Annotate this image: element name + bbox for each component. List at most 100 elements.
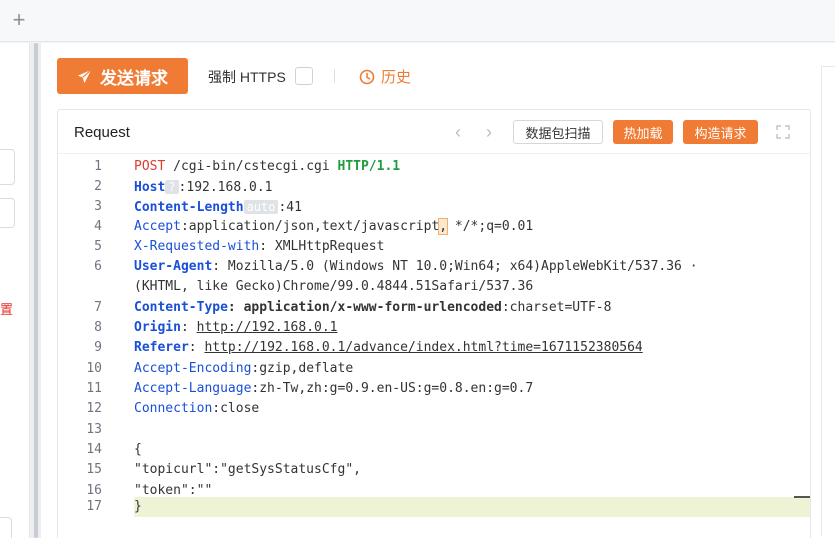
http-method: POST [134,159,166,174]
code-text: Accept:application/json,text/javascript,… [134,217,533,237]
packet-scan-button[interactable]: 数据包扫描 [513,120,603,144]
plus-icon[interactable]: + [9,9,29,31]
line-number: 7 [94,300,102,315]
send-icon [77,69,92,83]
line-number: 1 [94,159,102,174]
header-name: User-Agent [134,259,213,274]
header-name: Origin [134,320,181,335]
request-panel: Request ‹ › 数据包扫描 热加载 构造请求 1 POST /cgi-b… [57,109,811,538]
header-name: Content-Length [134,200,244,215]
code-line: 3 Content-Length auto:41 [58,197,810,217]
request-editor[interactable]: 1 POST /cgi-bin/cstecgi.cgi HTTP/1.1 2 H… [58,155,810,538]
request-header: Request ‹ › 数据包扫描 热加载 构造请求 [58,110,810,154]
code-text: POST /cgi-bin/cstecgi.cgi HTTP/1.1 [134,157,400,177]
header-name: Accept [134,219,181,234]
header-name: Host [134,180,166,195]
left-panel-partial-text: 置 [0,302,14,317]
header-value: :192.168.0.1 [178,180,273,195]
splitter-handle[interactable] [34,43,38,538]
build-request-button[interactable]: 构造请求 [683,120,758,144]
line-number: 4 [94,219,102,234]
code-line: 9 Referer: http://192.168.0.1/advance/in… [58,338,810,358]
line-number: 14 [86,442,102,457]
line-number: 5 [94,239,102,254]
header-value: : [180,320,197,335]
header-value: :charset=UTF-8 [501,300,612,315]
code-text: Referer: http://192.168.0.1/advance/inde… [134,338,643,358]
code-text: Accept-Language:zh-Tw,zh:g=0.9.en-US:g=0… [134,379,533,399]
line-number: 13 [86,422,102,437]
line-number: 8 [94,320,102,335]
line-number: 10 [86,361,102,376]
code-text: User-Agent: Mozilla/5.0 (Windows NT 10.0… [134,257,698,277]
code-text: { [134,442,142,457]
code-text: Origin: http://192.168.0.1 [134,318,338,338]
header-name: Accept-Encoding [134,361,252,376]
code-text: X-Requested-with: XMLHttpRequest [134,237,384,257]
header-value: :close [212,401,260,416]
header-value: :zh-Tw,zh:g=0.9.en-US:g=0.8.en:g=0.7 [251,381,534,396]
code-line: 11 Accept-Language:zh-Tw,zh:g=0.9.en-US:… [58,379,810,399]
code-line: 6 User-Agent: Mozilla/5.0 (Windows NT 10… [58,257,810,277]
response-panel-edge [821,66,835,536]
url-link[interactable]: http://192.168.0.1/advance/index.html?ti… [204,340,642,355]
send-request-button[interactable]: 发送请求 [57,58,188,94]
line-number: 6 [94,259,102,274]
code-text: Host?:192.168.0.1 [134,177,272,198]
code-text: Content-Type: application/x-www-form-url… [134,298,611,318]
left-panel: 置 [0,43,30,538]
line-number: 9 [94,340,102,355]
header-value: : [188,340,205,355]
tab-bar: + [0,0,835,42]
header-value: : Mozilla/5.0 (Windows NT 10.0;Win64; x6… [212,259,698,274]
highlighted-char: , [438,218,449,235]
history-button[interactable]: 历史 [359,66,411,87]
clock-icon [359,69,375,84]
left-panel-input[interactable] [0,198,15,228]
expand-icon[interactable] [775,124,791,140]
code-line-active: 17 } [58,497,810,517]
request-title: Request [74,124,130,141]
line-number: 12 [86,401,102,416]
header-name: Accept-Language [134,381,252,396]
hot-reload-button[interactable]: 热加载 [613,120,673,144]
code-text: Accept-Encoding:gzip,deflate [134,359,353,379]
code-line-wrap: (KHTML, like Gecko)Chrome/99.0.4844.51Sa… [58,277,810,297]
code-line: 12 Connection:close [58,399,810,419]
chevron-left-icon[interactable]: ‹ [455,122,461,143]
toolbar-divider [334,69,335,83]
line-number: 11 [86,381,102,396]
code-line: 2 Host?:192.168.0.1 [58,177,810,197]
line-number: 17 [86,499,102,514]
force-https-label: 强制 HTTPS [208,69,286,85]
code-text: } [134,499,142,514]
header-value: : application/x-www-form-urlencoded [227,300,502,315]
header-name: X-Requested-with [134,239,260,254]
code-text: Connection:close [134,399,259,419]
header-name: Connection [134,401,213,416]
header-value: */*;q=0.01 [447,219,534,234]
panel-splitter[interactable] [31,43,41,538]
code-line: 4 Accept:application/json,text/javascrip… [58,217,810,237]
left-panel-input[interactable] [0,149,15,185]
line-number: 2 [94,179,102,194]
code-text: (KHTML, like Gecko)Chrome/99.0.4844.51Sa… [134,279,534,294]
header-name: Content-Type [134,300,228,315]
request-path: /cgi-bin/cstecgi.cgi [165,159,338,174]
header-value: :gzip,deflate [251,361,354,376]
url-link[interactable]: http://192.168.0.1 [197,320,338,335]
header-name: Referer [134,340,189,355]
code-text: "topicurl":"getSysStatusCfg", [134,462,361,477]
force-https-checkbox[interactable] [295,67,313,85]
code-line: 1 POST /cgi-bin/cstecgi.cgi HTTP/1.1 [58,157,810,177]
left-panel-input[interactable] [0,517,12,538]
code-line: 7 Content-Type: application/x-www-form-u… [58,298,810,318]
line-number: 3 [94,199,102,214]
code-line: 13 [58,420,810,440]
code-line: 15 "topicurl":"getSysStatusCfg", [58,460,810,480]
chevron-right-icon[interactable]: › [486,122,492,143]
header-badge: ? [165,180,179,194]
code-line: 10 Accept-Encoding:gzip,deflate [58,359,810,379]
history-label: 历史 [381,69,412,86]
code-text: Content-Length auto:41 [134,197,302,218]
